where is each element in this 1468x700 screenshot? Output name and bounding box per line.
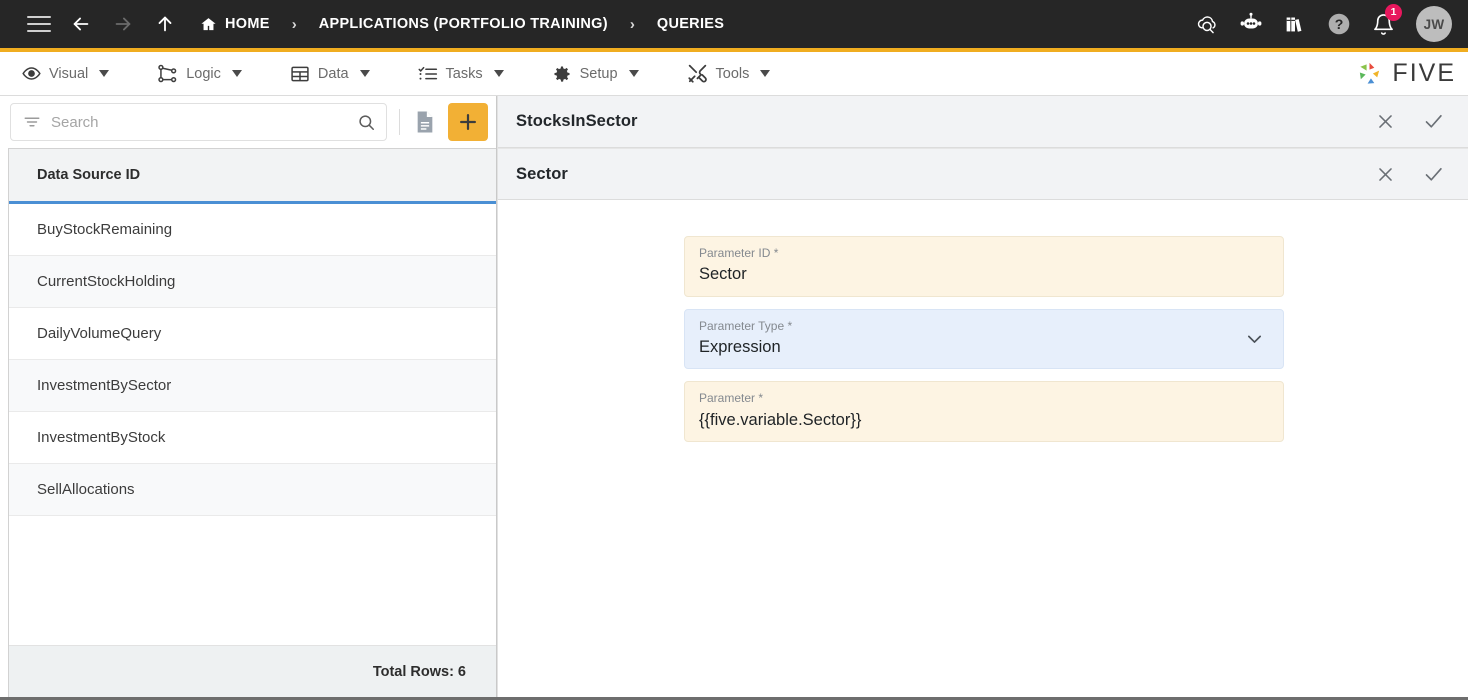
menu-item-data[interactable]: Data bbox=[284, 54, 388, 94]
menu-item-tasks[interactable]: Tasks bbox=[412, 54, 522, 94]
search-icon[interactable] bbox=[357, 113, 376, 132]
breadcrumb-item-home[interactable]: HOME bbox=[200, 16, 270, 33]
home-icon bbox=[200, 16, 217, 33]
field-value-parameter-type: Expression bbox=[699, 338, 781, 357]
five-brand-logo[interactable]: FIVE bbox=[1356, 59, 1456, 88]
checklist-icon bbox=[418, 64, 438, 84]
parameter-form: Parameter ID * Sector Parameter Type * E… bbox=[498, 200, 1468, 697]
filter-icon[interactable] bbox=[23, 113, 41, 131]
column-header-data-source-id[interactable]: Data Source ID bbox=[9, 149, 496, 204]
library-books-icon[interactable] bbox=[1276, 5, 1314, 43]
field-parameter[interactable]: Parameter * {{five.variable.Sector}} bbox=[684, 381, 1284, 442]
right-pane: StocksInSector Sector Parameter ID * Sec… bbox=[497, 96, 1468, 697]
check-icon[interactable] bbox=[1420, 109, 1446, 135]
close-icon[interactable] bbox=[1372, 109, 1398, 135]
logic-nodes-icon bbox=[157, 63, 178, 84]
chevron-down-icon bbox=[231, 70, 242, 77]
menu-label-tasks: Tasks bbox=[445, 65, 483, 82]
panel-header-stocksinsector: StocksInSector bbox=[498, 96, 1468, 148]
chevron-down-icon[interactable] bbox=[1244, 328, 1265, 349]
chevron-down-icon bbox=[760, 70, 771, 77]
five-pinwheel-icon bbox=[1356, 60, 1383, 87]
panel-title-stocksinsector: StocksInSector bbox=[516, 112, 638, 130]
panel-header-sector: Sector bbox=[498, 148, 1468, 200]
breadcrumb-label-applications: APPLICATIONS (PORTFOLIO TRAINING) bbox=[318, 16, 608, 32]
table-row[interactable]: SellAllocations bbox=[9, 464, 496, 516]
breadcrumb-item-queries[interactable]: QUERIES bbox=[657, 16, 724, 32]
search-toolbar bbox=[0, 96, 496, 148]
menu-label-setup: Setup bbox=[579, 65, 618, 82]
menu-label-data: Data bbox=[317, 65, 349, 82]
table-row[interactable]: InvestmentByStock bbox=[9, 412, 496, 464]
breadcrumb-item-applications[interactable]: APPLICATIONS (PORTFOLIO TRAINING) bbox=[319, 16, 608, 32]
left-pane: Data Source ID BuyStockRemaining Current… bbox=[0, 96, 497, 697]
chevron-down-icon bbox=[359, 70, 370, 77]
menu-item-visual[interactable]: Visual bbox=[16, 54, 127, 94]
application-window: HOME › APPLICATIONS (PORTFOLIO TRAINING)… bbox=[0, 0, 1468, 700]
top-navigation-bar: HOME › APPLICATIONS (PORTFOLIO TRAINING)… bbox=[0, 0, 1468, 52]
search-box[interactable] bbox=[10, 103, 387, 141]
toolbar-divider bbox=[399, 109, 400, 135]
table-row[interactable]: BuyStockRemaining bbox=[9, 204, 496, 256]
forward-arrow-icon[interactable] bbox=[102, 4, 144, 44]
field-value-parameter: {{five.variable.Sector}} bbox=[699, 410, 862, 429]
breadcrumb-separator: › bbox=[291, 15, 297, 33]
data-source-grid: Data Source ID BuyStockRemaining Current… bbox=[8, 148, 496, 697]
avatar[interactable]: JW bbox=[1416, 6, 1452, 42]
gear-icon bbox=[552, 64, 572, 84]
table-row[interactable]: DailyVolumeQuery bbox=[9, 308, 496, 360]
menu-label-tools: Tools bbox=[715, 65, 750, 82]
tools-icon bbox=[687, 63, 708, 84]
back-arrow-icon[interactable] bbox=[60, 4, 102, 44]
menu-icon[interactable] bbox=[18, 4, 60, 44]
add-record-button[interactable] bbox=[448, 103, 488, 141]
field-parameter-id[interactable]: Parameter ID * Sector bbox=[684, 236, 1284, 297]
navigation-controls bbox=[18, 4, 186, 44]
svg-text:?: ? bbox=[1335, 16, 1344, 32]
menu-item-setup[interactable]: Setup bbox=[546, 54, 657, 94]
field-value-parameter-id: Sector bbox=[699, 265, 747, 284]
table-grid-icon bbox=[290, 64, 310, 84]
main-content: Data Source ID BuyStockRemaining Current… bbox=[0, 96, 1468, 697]
panel-actions-stocksinsector bbox=[1372, 109, 1446, 135]
topbar-actions: ? 1 JW bbox=[1188, 4, 1452, 43]
five-wordmark: FIVE bbox=[1392, 59, 1456, 87]
chevron-down-icon bbox=[99, 70, 110, 77]
grid-footer-total-rows: Total Rows: 6 bbox=[9, 645, 496, 697]
chevron-down-icon bbox=[628, 70, 639, 77]
table-row[interactable]: CurrentStockHolding bbox=[9, 256, 496, 308]
panel-title-sector: Sector bbox=[516, 164, 568, 183]
cloud-search-icon[interactable] bbox=[1188, 5, 1226, 43]
notifications-bell-icon[interactable]: 1 bbox=[1364, 4, 1402, 43]
panel-actions-sector bbox=[1372, 161, 1446, 187]
breadcrumb: HOME › APPLICATIONS (PORTFOLIO TRAINING)… bbox=[200, 16, 724, 33]
main-menu-bar: Visual Logic Data Tasks Setup Tools FIVE bbox=[0, 52, 1468, 96]
breadcrumb-label-queries: QUERIES bbox=[656, 16, 725, 32]
breadcrumb-label-home: HOME bbox=[225, 16, 270, 32]
grid-rows: BuyStockRemaining CurrentStockHolding Da… bbox=[9, 204, 496, 645]
close-icon[interactable] bbox=[1372, 161, 1398, 187]
field-label-parameter-id: Parameter ID * bbox=[699, 246, 779, 260]
search-input[interactable] bbox=[51, 113, 347, 131]
field-label-parameter-type: Parameter Type * bbox=[699, 318, 793, 333]
chatbot-icon[interactable] bbox=[1232, 5, 1270, 43]
menu-label-logic: Logic bbox=[186, 65, 221, 82]
menu-label-visual: Visual bbox=[49, 65, 89, 82]
up-arrow-icon[interactable] bbox=[144, 4, 186, 44]
breadcrumb-separator-2: › bbox=[629, 15, 635, 33]
document-icon[interactable] bbox=[410, 105, 440, 139]
table-row[interactable]: InvestmentBySector bbox=[9, 360, 496, 412]
help-icon[interactable]: ? bbox=[1320, 5, 1358, 43]
field-parameter-type[interactable]: Parameter Type * Expression bbox=[684, 308, 1284, 370]
menu-item-tools[interactable]: Tools bbox=[681, 54, 789, 94]
field-label-parameter: Parameter * bbox=[699, 391, 764, 406]
notification-badge: 1 bbox=[1385, 4, 1402, 21]
check-icon[interactable] bbox=[1420, 161, 1446, 187]
eye-icon bbox=[22, 64, 41, 83]
chevron-down-icon bbox=[493, 70, 504, 77]
menu-item-logic[interactable]: Logic bbox=[151, 54, 260, 94]
